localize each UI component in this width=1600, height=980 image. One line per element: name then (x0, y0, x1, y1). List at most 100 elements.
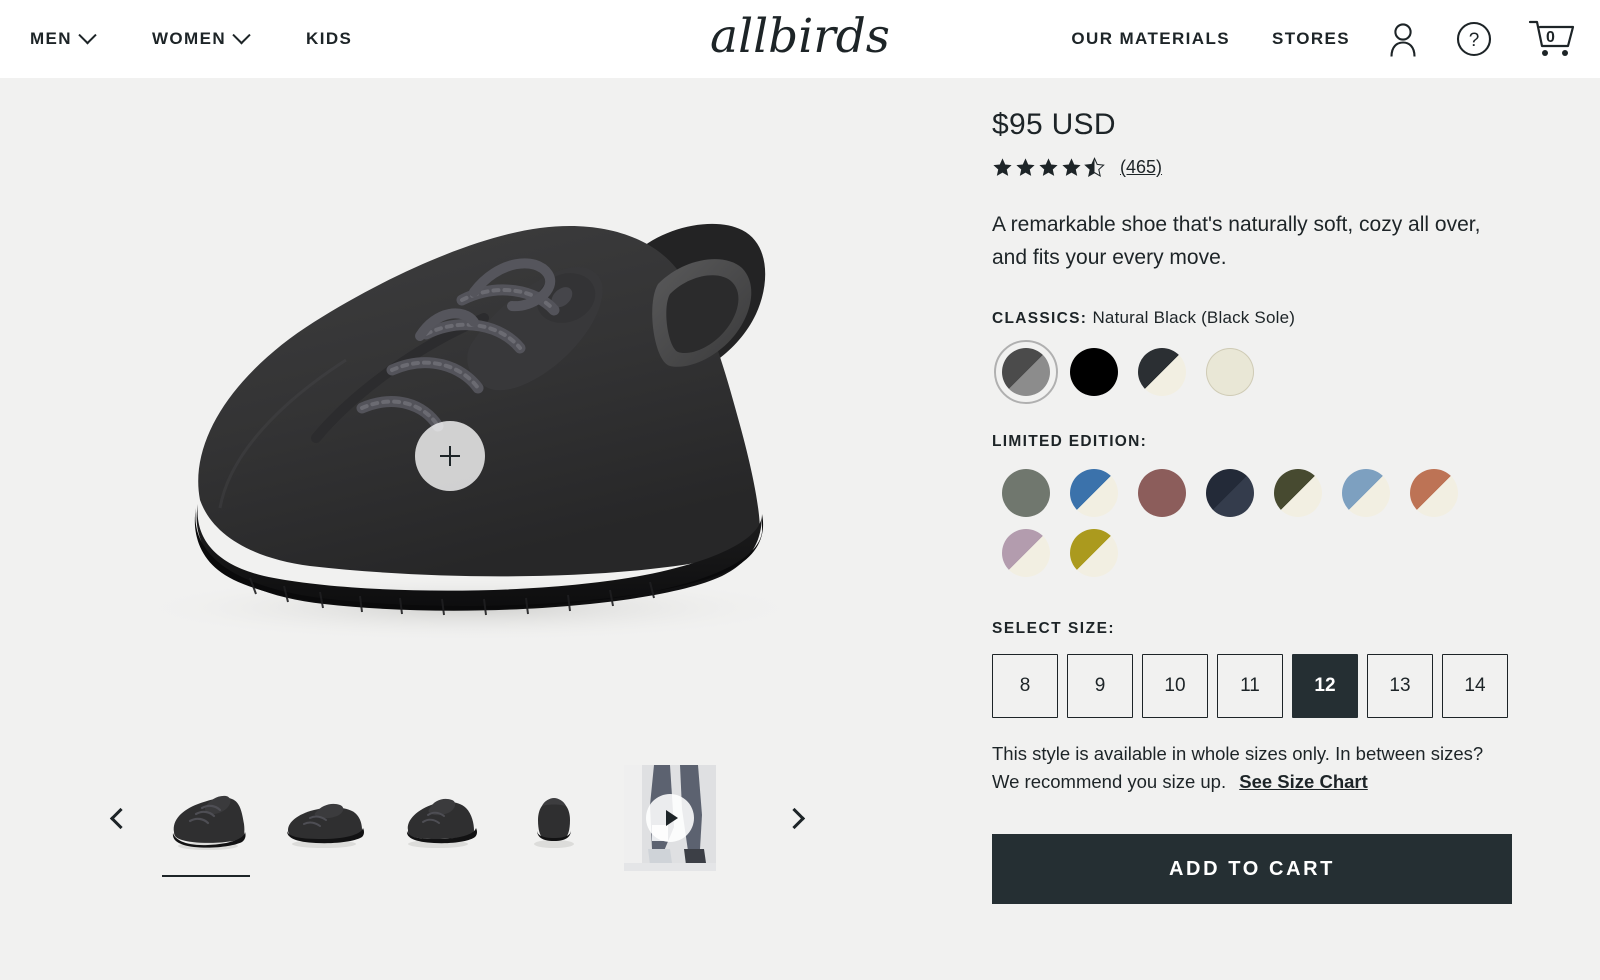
thumbnail-product-video[interactable] (624, 765, 716, 871)
swatch-color-chip (1002, 348, 1050, 396)
chevron-down-icon (78, 25, 97, 44)
star-icon-filled (1016, 158, 1035, 176)
product-main-image[interactable] (70, 108, 860, 673)
product-details-panel: $95 USD (465) A remarkable shoe that's n… (992, 108, 1522, 904)
swatch-color-chip (1002, 469, 1050, 517)
thumbnail-three-quarter-view[interactable] (160, 765, 252, 877)
swatch-rosewood[interactable] (1128, 466, 1196, 520)
swatch-color-chip (1342, 469, 1390, 517)
thumbnail-strip (160, 765, 740, 877)
size-note-text: This style is available in whole sizes o… (992, 743, 1484, 792)
swatch-natural-grey[interactable] (992, 340, 1060, 404)
chevron-left-icon (109, 807, 131, 829)
thumbnail-selected-underline (162, 874, 250, 877)
primary-nav-left: MEN WOMEN KIDS (0, 25, 352, 49)
size-option-10[interactable]: 10 (1142, 654, 1208, 718)
size-availability-note: This style is available in whole sizes o… (992, 740, 1512, 796)
size-option-8[interactable]: 8 (992, 654, 1058, 718)
rating-row[interactable]: (465) (992, 157, 1522, 178)
nav-item-our-materials-label: OUR MATERIALS (1071, 29, 1230, 48)
play-icon (665, 810, 678, 826)
limited-edition-label-text: LIMITED EDITION: (992, 433, 1148, 450)
swatch-natural-black-cream-sole[interactable] (1128, 345, 1196, 399)
chevron-right-icon (783, 807, 805, 829)
primary-nav-right: OUR MATERIALS STORES ? 0 (1071, 0, 1576, 78)
product-hero-gallery (0, 78, 960, 738)
classics-selected-value: Natural Black (Black Sole) (1092, 308, 1296, 327)
allbirds-logo[interactable]: allbirds (700, 8, 900, 75)
nav-item-women-label: WOMEN (151, 29, 227, 48)
classics-label-text: CLASSICS: (992, 310, 1088, 327)
swatch-color-chip (1274, 469, 1322, 517)
size-option-14[interactable]: 14 (1442, 654, 1508, 718)
see-size-chart-link[interactable]: See Size Chart (1239, 771, 1368, 792)
thumbnail-carousel (0, 748, 960, 888)
swatch-olive-cream[interactable] (1264, 466, 1332, 520)
swatch-color-chip (1070, 348, 1118, 396)
size-option-12[interactable]: 12 (1292, 654, 1358, 718)
add-to-cart-button[interactable]: ADD TO CART (992, 834, 1512, 904)
limited-edition-label: LIMITED EDITION: (992, 433, 1522, 451)
swatch-natural-black-black-sole[interactable] (1060, 345, 1128, 399)
swatch-mauve-cream[interactable] (992, 526, 1060, 580)
swatch-blue-cream[interactable] (1060, 466, 1128, 520)
nav-item-stores-label: STORES (1272, 29, 1350, 48)
limited-edition-swatch-group-row1 (992, 466, 1522, 520)
video-thumbnail-frame (624, 765, 716, 871)
product-price: $95 USD (992, 108, 1116, 141)
star-icon-half (1084, 157, 1105, 177)
allbirds-logo-text: allbirds (710, 9, 890, 64)
image-zoom-hotspot[interactable] (415, 421, 485, 491)
limited-edition-swatch-group-row2 (992, 526, 1522, 580)
star-icon-filled (1062, 158, 1081, 176)
play-button[interactable] (646, 794, 694, 842)
swatch-terracotta-cream[interactable] (1400, 466, 1468, 520)
review-count-link[interactable]: (465) (1120, 157, 1162, 178)
size-option-9[interactable]: 9 (1067, 654, 1133, 718)
cart-button[interactable]: 0 (1528, 19, 1576, 59)
select-size-label: SELECT SIZE: (992, 620, 1116, 637)
carousel-prev-button[interactable] (98, 796, 142, 840)
swatch-color-chip (1206, 469, 1254, 517)
svg-text:?: ? (1469, 30, 1480, 51)
swatch-navy[interactable] (1196, 466, 1264, 520)
user-icon (1390, 23, 1416, 57)
swatch-color-chip (1070, 529, 1118, 577)
help-button[interactable]: ? (1456, 21, 1492, 57)
swatch-color-chip (1410, 469, 1458, 517)
site-header: MEN WOMEN KIDS allbirds OUR MATERIALS ST… (0, 0, 1600, 78)
product-description: A remarkable shoe that's naturally soft,… (992, 213, 1481, 269)
swatch-color-chip (1206, 348, 1254, 396)
swatch-color-chip (1002, 529, 1050, 577)
thumbnail-heel-view[interactable] (508, 765, 600, 871)
thumbnail-angled-rear-view[interactable] (392, 765, 484, 871)
star-icon-filled (993, 158, 1012, 176)
classics-swatch-group (992, 340, 1522, 404)
swatch-natural-white[interactable] (1196, 345, 1264, 399)
swatch-sage-green[interactable] (992, 466, 1060, 520)
swatch-color-chip (1138, 348, 1186, 396)
carousel-next-button[interactable] (772, 796, 816, 840)
swatch-mustard-cream[interactable] (1060, 526, 1128, 580)
swatch-sky-blue-cream[interactable] (1332, 466, 1400, 520)
nav-item-stores[interactable]: STORES (1272, 29, 1350, 49)
cart-count-badge: 0 (1546, 29, 1555, 46)
nav-item-men-label: MEN (30, 29, 72, 48)
account-button[interactable] (1386, 21, 1420, 57)
chevron-down-icon (232, 25, 251, 44)
nav-item-men[interactable]: MEN (30, 25, 97, 49)
plus-icon (440, 446, 460, 466)
size-option-11[interactable]: 11 (1217, 654, 1283, 718)
nav-item-kids[interactable]: KIDS (306, 29, 352, 49)
thumbnail-side-view[interactable] (276, 765, 368, 871)
nav-item-our-materials[interactable]: OUR MATERIALS (1071, 29, 1230, 49)
star-icon-filled (1039, 158, 1058, 176)
swatch-color-chip (1138, 469, 1186, 517)
question-mark-icon: ? (1456, 21, 1492, 57)
size-option-13[interactable]: 13 (1367, 654, 1433, 718)
nav-item-women[interactable]: WOMEN (151, 25, 251, 49)
nav-item-kids-label: KIDS (306, 29, 353, 48)
size-selector: 8 9 10 11 12 13 14 (992, 654, 1522, 718)
swatch-color-chip (1070, 469, 1118, 517)
product-page-body: $95 USD (465) A remarkable shoe that's n… (0, 78, 1600, 980)
